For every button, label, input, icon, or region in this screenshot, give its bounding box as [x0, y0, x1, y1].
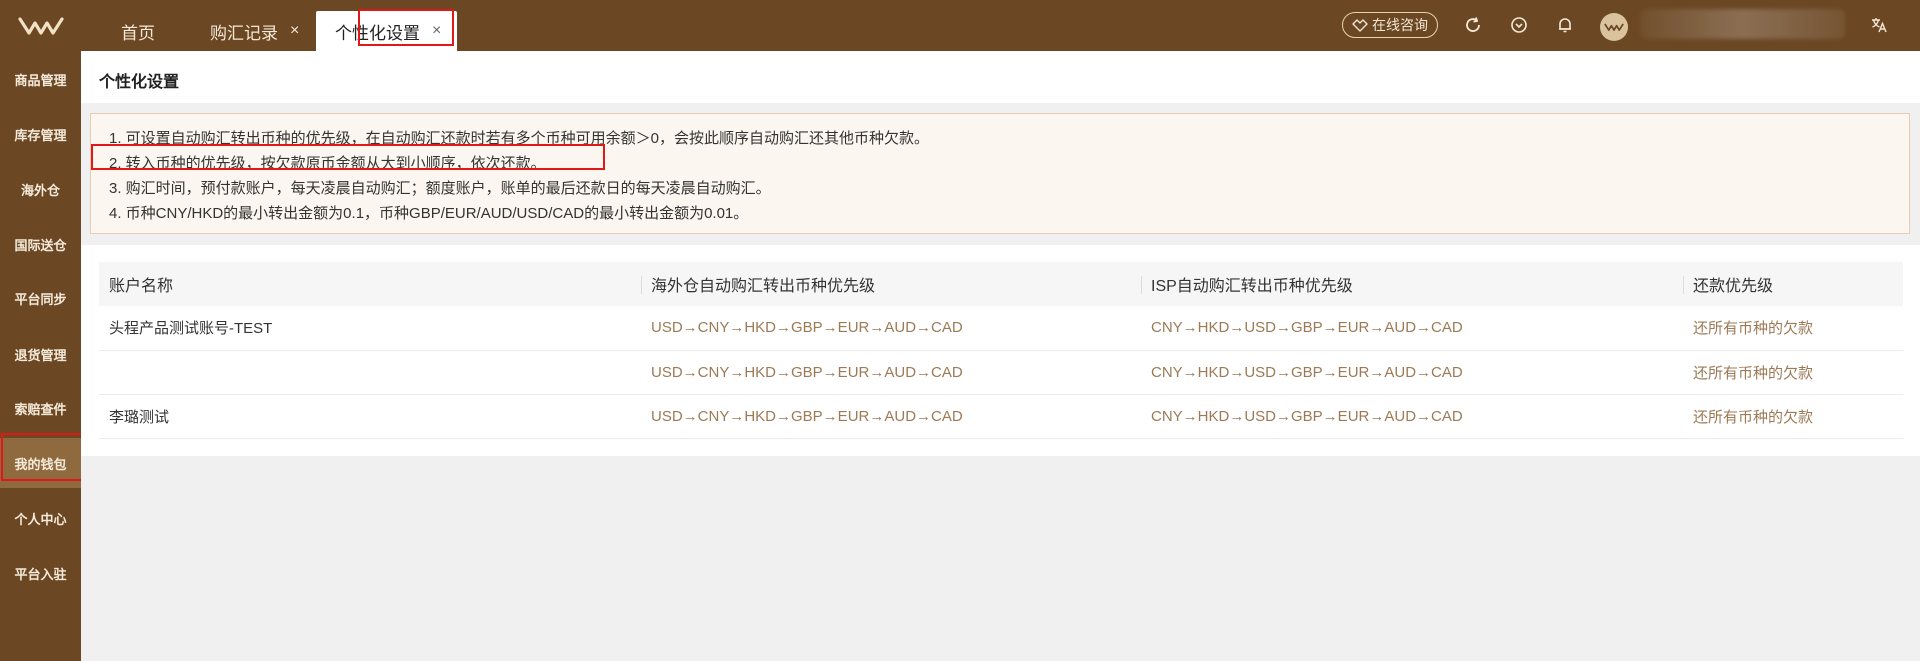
redacted-username [1640, 9, 1845, 39]
repayment-priority-value[interactable]: 还所有币种的欠款 [1683, 350, 1903, 395]
sidebar-item-label: 海外仓 [20, 182, 60, 198]
tab-purchase-records-label: 购汇记录 [210, 23, 278, 43]
priority-table: 账户名称 海外仓自动购汇转出币种优先级 ISP自动购汇转出币种优先级 还款优先级… [99, 262, 1903, 439]
sidebar-item-international-delivery[interactable]: 国际送仓 [0, 219, 81, 269]
isp-priority-value[interactable]: CNY→HKD→USD→GBP→EUR→AUD→CAD [1141, 306, 1683, 351]
sidebar-item-label: 索赔查件 [14, 401, 67, 417]
account-name: 头程产品测试账号-TEST [99, 306, 641, 351]
tab-purchase-records[interactable]: 购汇记录 × [210, 11, 299, 51]
refresh-icon[interactable] [1462, 14, 1484, 36]
online-consult-button[interactable]: 在线咨询 [1342, 12, 1438, 38]
bell-icon[interactable] [1554, 14, 1576, 36]
highlight-box [91, 144, 605, 170]
sidebar-item-label: 个人中心 [14, 511, 67, 527]
page-title: 个性化设置 [99, 74, 180, 91]
tab-home[interactable]: 首页 [121, 11, 155, 51]
translate-icon[interactable] [1868, 14, 1890, 36]
repayment-priority-value[interactable]: 还所有币种的欠款 [1683, 394, 1903, 439]
highlight-box [1, 433, 86, 481]
online-consult-label: 在线咨询 [1372, 17, 1428, 33]
column-header-repayment-priority: 还款优先级 [1683, 262, 1903, 306]
main-content: 个性化设置 1. 可设置自动购汇转出币种的优先级，在自动购汇还款时若有多个币种可… [81, 51, 1920, 661]
sidebar-item-platform-onboarding[interactable]: 平台入驻 [0, 548, 81, 598]
close-icon[interactable]: × [290, 22, 299, 40]
account-name [99, 350, 641, 395]
notice-line: 3. 购汇时间，预付款账户，每天凌晨自动购汇；额度账户，账单的最后还款日的每天凌… [109, 180, 771, 197]
avatar[interactable] [1600, 13, 1628, 41]
sidebar-item-label: 商品管理 [14, 72, 67, 88]
favorite-icon[interactable] [1508, 14, 1530, 36]
overseas-priority-value[interactable]: USD→CNY→HKD→GBP→EUR→AUD→CAD [641, 394, 1141, 439]
sidebar-item-personal-center[interactable]: 个人中心 [0, 493, 81, 543]
sidebar-item-platform-sync[interactable]: 平台同步 [0, 273, 81, 323]
isp-priority-value[interactable]: CNY→HKD→USD→GBP→EUR→AUD→CAD [1141, 350, 1683, 395]
sidebar-item-label: 国际送仓 [14, 237, 67, 253]
table-row: USD→CNY→HKD→GBP→EUR→AUD→CAD CNY→HKD→USD→… [99, 350, 1903, 395]
table-header-row: 账户名称 海外仓自动购汇转出币种优先级 ISP自动购汇转出币种优先级 还款优先级 [99, 262, 1903, 306]
column-header-isp-priority: ISP自动购汇转出币种优先级 [1141, 262, 1683, 306]
table-row: 李璐测试 USD→CNY→HKD→GBP→EUR→AUD→CAD CNY→HKD… [99, 394, 1903, 439]
sidebar-item-overseas-warehouse[interactable]: 海外仓 [0, 164, 81, 214]
highlight-box [358, 9, 454, 46]
table-row: 头程产品测试账号-TEST USD→CNY→HKD→GBP→EUR→AUD→CA… [99, 306, 1903, 351]
tab-home-label: 首页 [121, 23, 155, 43]
isp-priority-value[interactable]: CNY→HKD→USD→GBP→EUR→AUD→CAD [1141, 394, 1683, 439]
sidebar: 商品管理 库存管理 海外仓 国际送仓 平台同步 退货管理 索赔查件 我的钱包 个… [0, 51, 81, 661]
column-header-overseas-priority: 海外仓自动购汇转出币种优先级 [641, 262, 1141, 306]
top-bar: 首页 购汇记录 × 个性化设置 × 在线咨询 [0, 0, 1920, 51]
page-header: 个性化设置 [81, 51, 1920, 103]
sidebar-item-label: 平台同步 [14, 291, 67, 307]
repayment-priority-value[interactable]: 还所有币种的欠款 [1683, 306, 1903, 351]
notice-line: 4. 币种CNY/HKD的最小转出金额为0.1，币种GBP/EUR/AUD/US… [109, 205, 749, 222]
sidebar-item-claims[interactable]: 索赔查件 [0, 383, 81, 433]
sidebar-item-inventory-management[interactable]: 库存管理 [0, 109, 81, 159]
sidebar-item-label: 退货管理 [14, 347, 67, 363]
handshake-icon [1352, 19, 1368, 32]
account-name: 李璐测试 [99, 394, 641, 439]
sidebar-item-label: 平台入驻 [14, 566, 67, 582]
sidebar-item-label: 库存管理 [14, 127, 67, 143]
overseas-priority-value[interactable]: USD→CNY→HKD→GBP→EUR→AUD→CAD [641, 306, 1141, 351]
notice-box: 1. 可设置自动购汇转出币种的优先级，在自动购汇还款时若有多个币种可用余额＞0，… [90, 113, 1910, 234]
column-header-account: 账户名称 [99, 262, 641, 306]
logo-icon[interactable] [0, 0, 81, 51]
priority-table-panel: 账户名称 海外仓自动购汇转出币种优先级 ISP自动购汇转出币种优先级 还款优先级… [81, 245, 1920, 456]
sidebar-item-returns[interactable]: 退货管理 [0, 329, 81, 379]
logo-icon [1604, 23, 1624, 31]
sidebar-item-product-management[interactable]: 商品管理 [0, 54, 81, 104]
overseas-priority-value[interactable]: USD→CNY→HKD→GBP→EUR→AUD→CAD [641, 350, 1141, 395]
